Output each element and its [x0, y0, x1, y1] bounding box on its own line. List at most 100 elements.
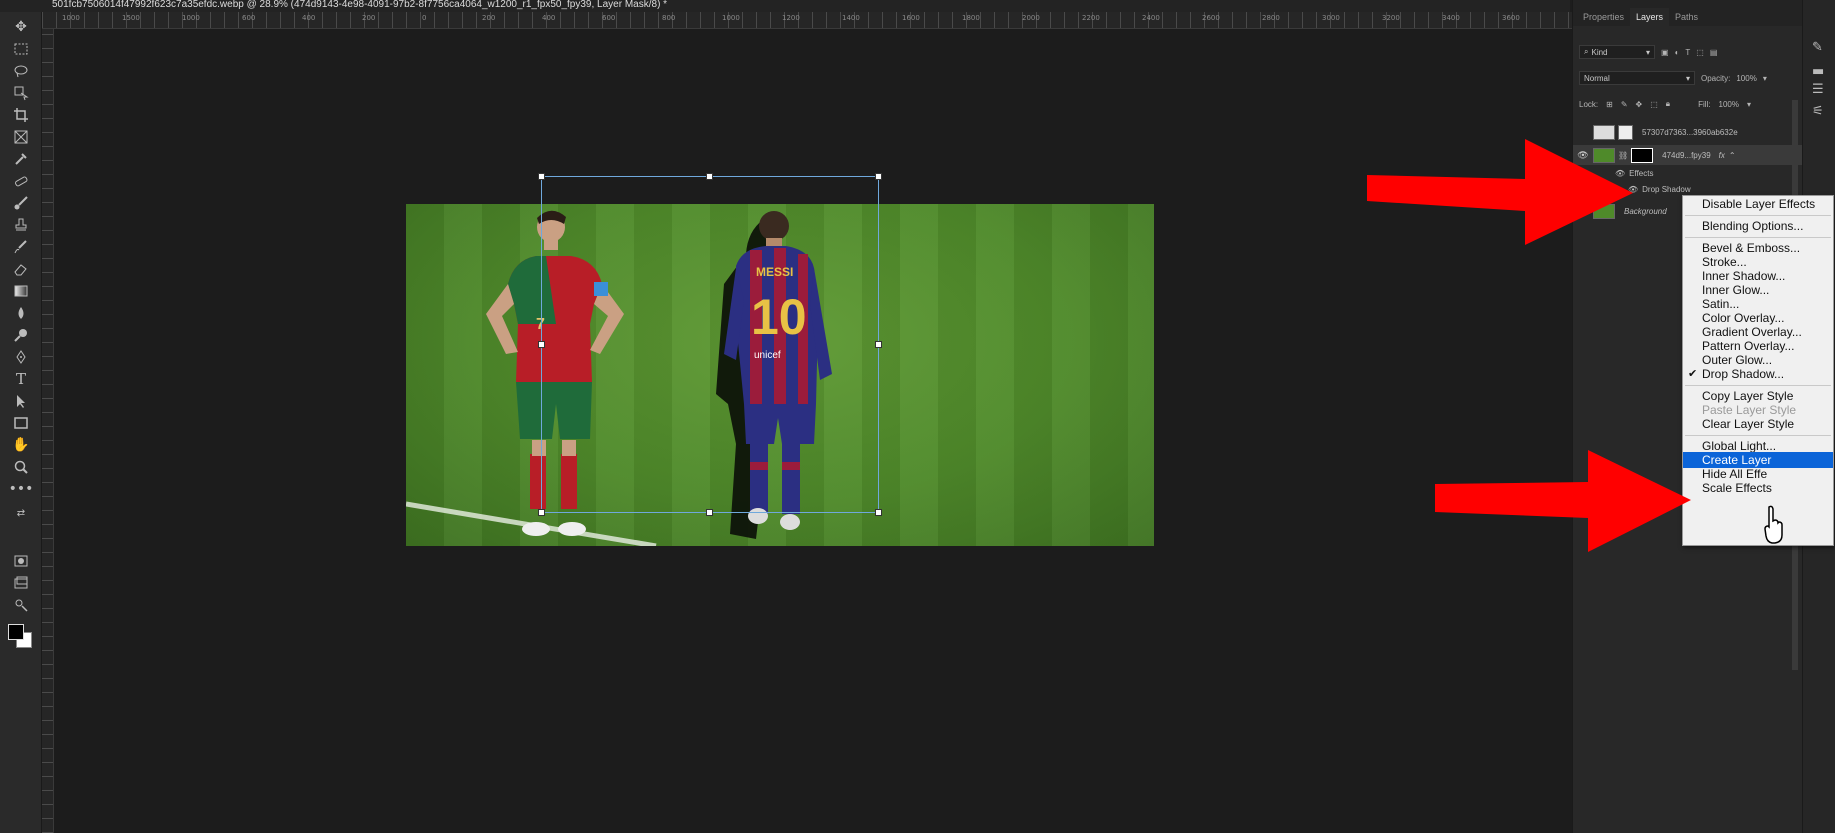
lasso-icon[interactable] — [8, 60, 34, 82]
quick-mask-icon[interactable] — [8, 550, 34, 572]
ruler-tick-label: 3000 — [1322, 14, 1340, 22]
menu-item-drop-shadow[interactable]: ✔ Drop Shadow... — [1683, 366, 1833, 382]
rectangle-icon[interactable] — [8, 412, 34, 434]
crop-icon[interactable] — [8, 104, 34, 126]
opacity-label: Opacity: — [1701, 73, 1731, 83]
path-select-icon[interactable] — [8, 390, 34, 412]
ruler-tick-label: 400 — [302, 14, 316, 22]
pen-icon[interactable] — [8, 346, 34, 368]
ruler-tick-label: 1000 — [722, 14, 740, 22]
marquee-icon[interactable] — [8, 38, 34, 60]
filter-shape-icon[interactable]: ⬚ — [1696, 48, 1704, 57]
document-title: 501fcb7506014f47992f623c7a35efdc.webp @ … — [52, 0, 668, 10]
adjustments-icon[interactable]: ☰ — [1812, 82, 1828, 98]
fill-input[interactable]: 100% — [1719, 100, 1739, 109]
chevron-down-icon[interactable]: ▾ — [1747, 100, 1751, 109]
brush-icon[interactable] — [8, 192, 34, 214]
zoom-icon[interactable] — [8, 456, 34, 478]
ruler-tick-label: 600 — [602, 14, 616, 22]
properties-icon[interactable]: ⚟ — [1812, 104, 1828, 120]
ruler-tick-label: 600 — [242, 14, 256, 22]
chevron-down-icon[interactable]: ▾ — [1763, 74, 1767, 83]
red-arrow-icon — [1367, 139, 1633, 245]
ruler-tick-label: 200 — [482, 14, 496, 22]
lock-artboard-icon[interactable]: ⬚ — [1650, 100, 1658, 109]
gradient-icon[interactable] — [8, 280, 34, 302]
effect-name: Drop Shadow — [1642, 184, 1691, 194]
expand-chevron-icon[interactable]: ⌃ — [1729, 151, 1736, 160]
lock-label: Lock: — [1579, 99, 1599, 109]
ruler-tick-label: 1000 — [62, 14, 80, 22]
object-select-icon[interactable] — [8, 82, 34, 104]
vertical-ruler[interactable] — [42, 29, 54, 833]
search-icon: ⌕ — [1584, 47, 1589, 56]
layer-style-context-menu: Disable Layer Effects Blending Options..… — [1682, 195, 1834, 546]
ruler-tick-label: 2400 — [1142, 14, 1160, 22]
ruler-tick-label: 1500 — [122, 14, 140, 22]
menu-item-blending-options[interactable]: Blending Options... — [1683, 218, 1833, 234]
transform-handle[interactable] — [538, 173, 545, 180]
layer-name: 474d9...fpy39 — [1662, 150, 1711, 160]
screen-mode-icon[interactable] — [8, 572, 34, 594]
move-icon[interactable]: ✥ — [8, 16, 34, 38]
stamp-icon[interactable] — [8, 214, 34, 236]
filter-pixel-icon[interactable]: ▣ — [1661, 48, 1669, 57]
transform-handle[interactable] — [875, 509, 882, 516]
ruler-tick-label: 1800 — [962, 14, 980, 22]
fx-icon[interactable]: fx — [1719, 151, 1725, 160]
type-icon[interactable]: T — [8, 368, 34, 390]
lock-transparent-icon[interactable]: ⊞ — [1606, 100, 1613, 109]
transform-handle[interactable] — [875, 341, 882, 348]
menu-item-disable-layer-effects[interactable]: Disable Layer Effects — [1683, 196, 1833, 212]
ruler-tick-label: 3400 — [1442, 14, 1460, 22]
menu-item-clear-layer-style[interactable]: Clear Layer Style — [1683, 416, 1833, 432]
lock-position-icon[interactable]: ✥ — [1636, 100, 1643, 109]
transform-handle[interactable] — [706, 173, 713, 180]
more-tools-icon[interactable]: ••• — [8, 478, 34, 500]
foreground-color-swatch[interactable] — [8, 624, 24, 640]
filter-smart-icon[interactable]: ▤ — [1710, 48, 1718, 57]
hand-icon[interactable]: ✋ — [8, 434, 34, 456]
eraser-icon[interactable] — [8, 258, 34, 280]
transform-handle[interactable] — [538, 341, 545, 348]
panel-tabs: Properties Layers Paths — [1573, 0, 1802, 26]
filter-type-icon[interactable]: T — [1685, 48, 1690, 57]
opacity-input[interactable]: 100% — [1736, 74, 1756, 83]
comments-icon[interactable]: ▬ — [1812, 64, 1828, 80]
ruler-tick-label: 800 — [662, 14, 676, 22]
layer-filter-select[interactable]: ⌕ Kind ▾ — [1579, 45, 1655, 59]
ruler-tick-label: 1000 — [182, 14, 200, 22]
menu-item-scale-effects[interactable]: Scale Effects — [1683, 480, 1833, 496]
tab-paths[interactable]: Paths — [1669, 8, 1704, 26]
eyedropper-icon[interactable] — [8, 148, 34, 170]
transform-handle[interactable] — [538, 509, 545, 516]
menu-separator — [1685, 237, 1831, 238]
transform-handle[interactable] — [706, 509, 713, 516]
chevron-down-icon: ▾ — [1645, 47, 1650, 57]
blur-icon[interactable] — [8, 302, 34, 324]
blend-mode-select[interactable]: Normal ▾ — [1579, 71, 1695, 85]
filter-adjustment-icon[interactable]: ◐ — [1675, 48, 1680, 57]
menu-separator — [1685, 435, 1831, 436]
history-brush-icon[interactable] — [8, 236, 34, 258]
document-tab[interactable]: 501fcb7506014f47992f623c7a35efdc.webp @ … — [0, 0, 1570, 12]
lock-pixels-icon[interactable]: ✎ — [1621, 100, 1628, 109]
tab-properties[interactable]: Properties — [1577, 8, 1630, 26]
dodge-icon[interactable] — [8, 324, 34, 346]
layer-name: 57307d7363...3960ab632e — [1642, 127, 1738, 137]
edit-toolbar-icon[interactable] — [8, 594, 34, 616]
ruler-tick-label: 400 — [542, 14, 556, 22]
lock-all-icon[interactable]: 🔒︎ — [1666, 99, 1670, 109]
horizontal-ruler[interactable]: 1000 1500 1000 600 400 200 0 200 400 600 800 1000 12… — [42, 12, 1572, 29]
swap-colors-icon[interactable]: ⇄ — [8, 502, 34, 524]
ruler-tick-label: 2600 — [1202, 14, 1220, 22]
ruler-tick-label: 2000 — [1022, 14, 1040, 22]
healing-icon[interactable] — [8, 170, 34, 192]
ruler-tick-label: 1600 — [902, 14, 920, 22]
chevron-down-icon: ▾ — [1685, 73, 1690, 83]
transform-handle[interactable] — [875, 173, 882, 180]
frame-icon[interactable] — [8, 126, 34, 148]
tab-layers[interactable]: Layers — [1630, 8, 1670, 26]
fill-label: Fill: — [1698, 99, 1711, 109]
brush-settings-icon[interactable]: ✎ — [1812, 40, 1828, 56]
